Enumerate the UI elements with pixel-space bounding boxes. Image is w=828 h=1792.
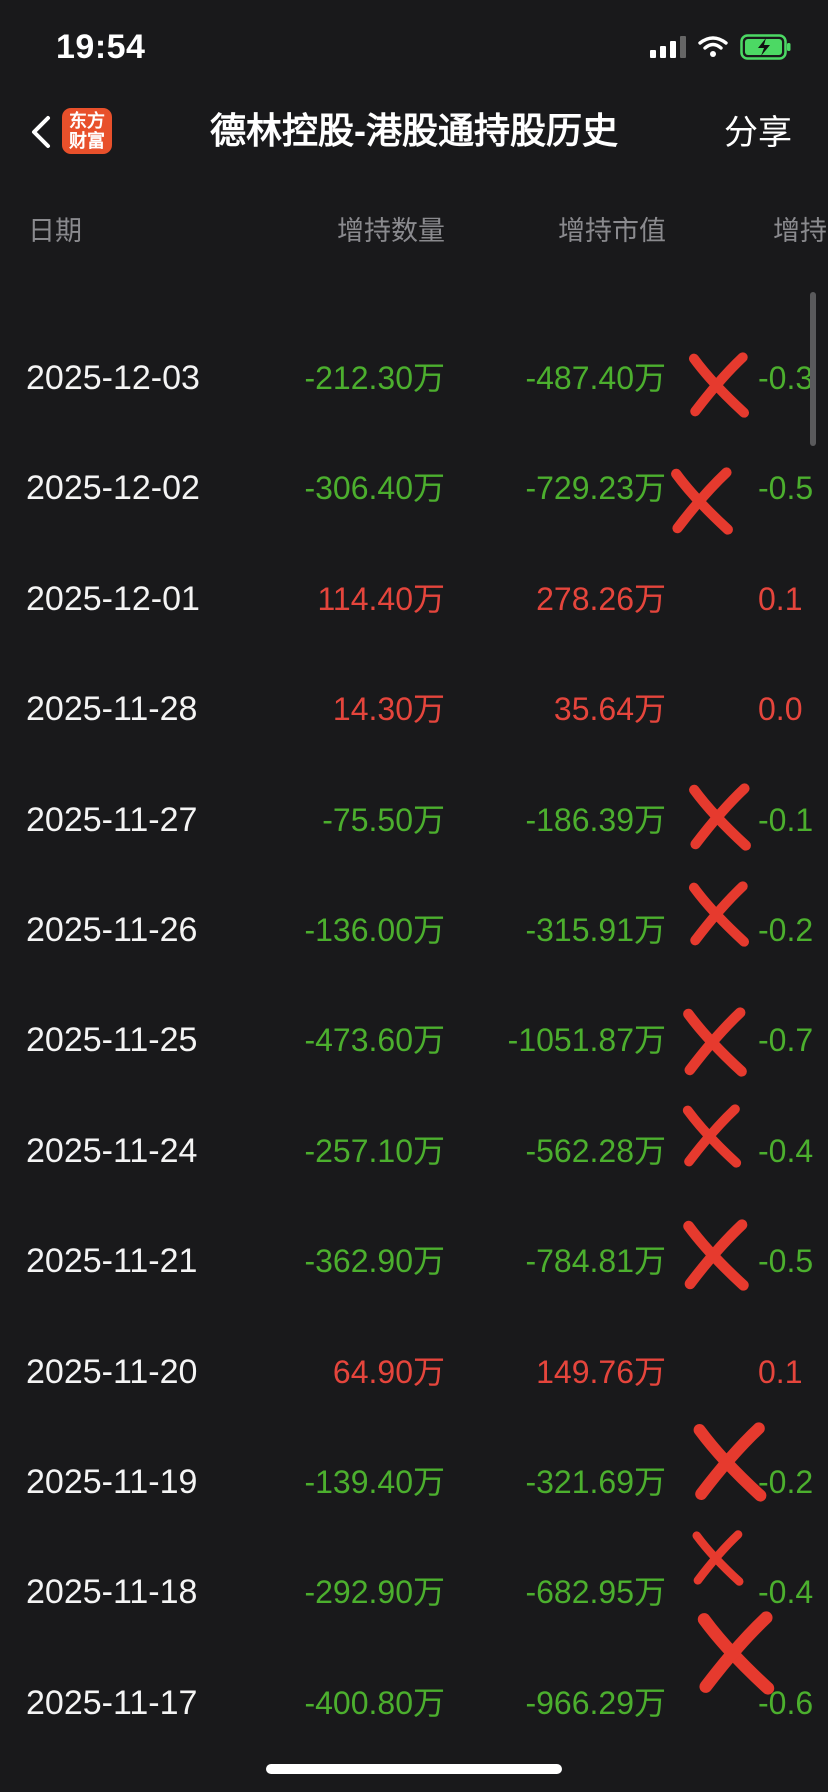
share-button[interactable]: 分享 (724, 110, 792, 156)
row-date: 2025-11-27 (26, 801, 198, 839)
row-qty: -136.00万 (304, 912, 445, 948)
row-date: 2025-12-02 (26, 469, 200, 507)
app-logo[interactable]: 东方 财富 (62, 108, 112, 154)
red-x-mark-icon (689, 783, 751, 851)
row-date: 2025-11-17 (26, 1684, 198, 1722)
red-x-mark-icon (692, 1530, 744, 1586)
row-pct: -0.3 (758, 360, 814, 396)
row-qty: -400.80万 (304, 1685, 445, 1721)
screen: 19:54 东方 财富 德林控股-港股通持股历史 分享 日期 增持数量 增持市值… (0, 0, 828, 1792)
row-value: -682.95万 (525, 1574, 666, 1610)
battery-charging-icon (740, 34, 791, 60)
row-pct: -0.5 (758, 470, 814, 506)
row-value: -321.69万 (525, 1464, 666, 1500)
row-value: -315.91万 (525, 912, 666, 948)
row-value: -966.29万 (525, 1685, 666, 1721)
row-qty: -257.10万 (304, 1133, 445, 1169)
row-date: 2025-11-25 (26, 1021, 198, 1059)
red-x-mark-icon (697, 1611, 775, 1695)
row-value: 149.76万 (536, 1354, 666, 1390)
row-date: 2025-11-21 (26, 1242, 198, 1280)
row-qty: -473.60万 (304, 1022, 445, 1058)
header-value[interactable]: 增持市值 (558, 214, 666, 248)
row-qty: -139.40万 (304, 1464, 445, 1500)
row-qty: -75.50万 (322, 802, 445, 838)
row-value: -562.28万 (525, 1133, 666, 1169)
red-x-mark-icon (682, 1104, 742, 1168)
back-chevron-icon[interactable] (22, 104, 66, 160)
row-pct: 0.1 (758, 1354, 803, 1390)
row-value: 35.64万 (553, 691, 666, 727)
status-time: 19:54 (56, 28, 146, 66)
home-indicator[interactable] (266, 1764, 562, 1774)
table-row[interactable]: 2025-11-20 64.90万 149.76万 0.1 (0, 1342, 828, 1402)
red-x-mark-icon (688, 352, 750, 418)
logo-line2: 财富 (69, 131, 105, 151)
row-date: 2025-11-18 (26, 1573, 198, 1611)
row-date: 2025-11-24 (26, 1132, 198, 1170)
red-x-mark-icon (688, 881, 750, 947)
row-qty: 64.90万 (332, 1354, 445, 1390)
row-date: 2025-11-19 (26, 1463, 198, 1501)
table-row[interactable]: 2025-11-28 14.30万 35.64万 0.0 (0, 679, 828, 739)
header-pct[interactable]: 增持 (773, 214, 827, 248)
row-qty: -212.30万 (304, 360, 445, 396)
row-qty: -292.90万 (304, 1574, 445, 1610)
header-date[interactable]: 日期 (28, 214, 82, 248)
row-pct: 0.1 (758, 581, 803, 617)
row-qty: 114.40万 (317, 581, 445, 617)
row-pct: 0.0 (758, 691, 803, 727)
red-x-mark-icon (693, 1422, 767, 1502)
row-value: -1051.87万 (507, 1022, 666, 1058)
row-date: 2025-11-26 (26, 911, 198, 949)
header-qty[interactable]: 增持数量 (337, 214, 445, 248)
red-x-mark-icon (671, 467, 733, 535)
row-qty: -306.40万 (304, 470, 445, 506)
row-date: 2025-11-28 (26, 690, 198, 728)
row-qty: -362.90万 (304, 1243, 445, 1279)
row-qty: 14.30万 (332, 691, 445, 727)
row-value: 278.26万 (536, 581, 666, 617)
row-value: -186.39万 (525, 802, 666, 838)
status-icons (650, 34, 792, 60)
row-value: -487.40万 (525, 360, 666, 396)
row-pct: -0.7 (758, 1022, 814, 1058)
logo-line1: 东方 (69, 111, 105, 131)
wifi-icon (698, 36, 728, 57)
red-x-mark-icon (683, 1007, 747, 1077)
page-title: 德林控股-港股通持股历史 (210, 110, 618, 151)
cellular-signal-icon (650, 36, 686, 58)
row-value: -729.23万 (525, 470, 666, 506)
row-date: 2025-12-01 (26, 580, 200, 618)
row-pct: -0.4 (758, 1133, 814, 1169)
row-pct: -0.5 (758, 1243, 814, 1279)
row-pct: -0.2 (758, 912, 814, 948)
scroll-indicator[interactable] (810, 292, 816, 446)
row-date: 2025-12-03 (26, 359, 200, 397)
red-x-mark-icon (683, 1219, 749, 1291)
row-value: -784.81万 (525, 1243, 666, 1279)
row-date: 2025-11-20 (26, 1353, 198, 1391)
row-pct: -0.1 (758, 802, 814, 838)
table-row[interactable]: 2025-12-01 114.40万 278.26万 0.1 (0, 569, 828, 629)
